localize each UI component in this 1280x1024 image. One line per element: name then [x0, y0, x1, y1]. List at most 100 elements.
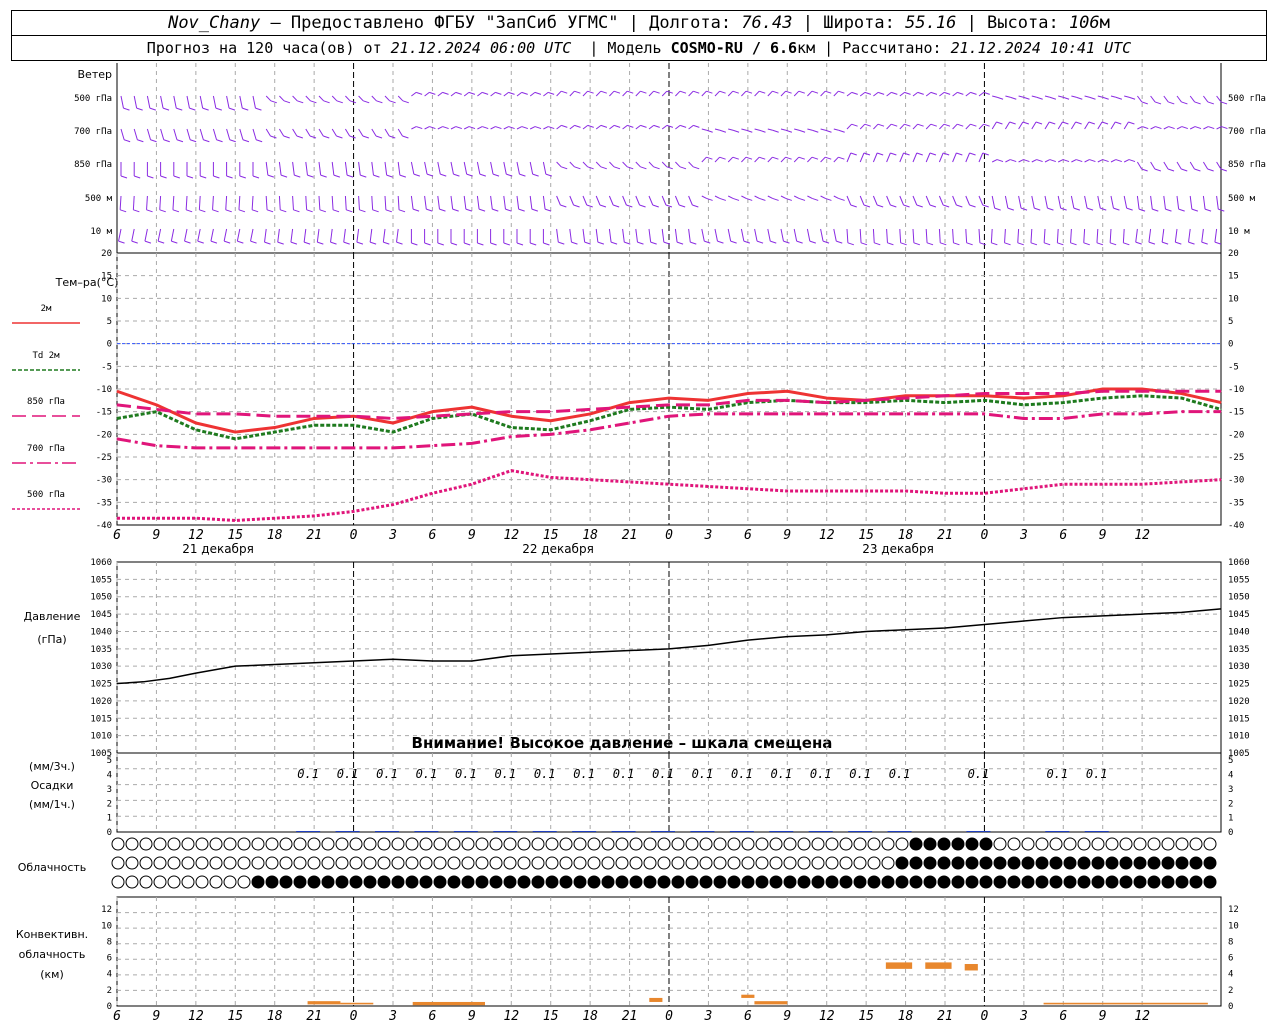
temp-point: [1102, 388, 1104, 390]
conv-ytick-left: 12: [101, 905, 112, 915]
pressure-unit: (гПа): [37, 633, 66, 646]
cloud-cover-circle: [741, 856, 755, 870]
wind-barb: [1137, 95, 1143, 103]
wind-barb: [772, 197, 779, 201]
wind-barb: [965, 228, 968, 243]
precip-unit-3h: (мм/3ч.): [29, 760, 75, 773]
temp-point: [313, 424, 315, 426]
precip-ytick-right: 3: [1228, 785, 1233, 795]
wind-barb: [990, 228, 993, 243]
wind-barb: [344, 161, 348, 176]
cloud-cover-circle: [769, 856, 783, 870]
wind-barb: [978, 195, 984, 206]
wind-barb: [389, 100, 396, 104]
pressure-point: [274, 663, 276, 665]
wind-barb: [424, 161, 428, 175]
temp-ytick-left: -25: [96, 453, 112, 463]
hour-label: 9: [783, 528, 791, 543]
wind-barb: [1023, 96, 1030, 100]
wind-barb: [384, 161, 388, 176]
wind-barb: [863, 204, 871, 208]
temp-point: [668, 406, 670, 408]
cloud-cover-circle: [1077, 875, 1091, 889]
precip-value-label: 0.1: [652, 767, 674, 781]
wind-barb: [732, 156, 739, 160]
cloud-cover-circle: [517, 856, 531, 870]
pressure-panel: 1060 1060 1055 1055 1050 1050 1045 1045 1040 1040…: [90, 558, 1249, 759]
wind-barb: [772, 156, 779, 160]
temp-point: [747, 399, 749, 401]
wind-barb: [886, 228, 888, 243]
wind-barb: [303, 228, 307, 243]
cloud-cover-circle: [1021, 875, 1035, 889]
wind-barb: [147, 175, 154, 179]
cloud-cover-circle: [489, 875, 503, 889]
temp-point: [195, 429, 197, 431]
cloud-cover-circle: [587, 875, 601, 889]
wind-barb: [807, 195, 813, 199]
wind-barb: [320, 174, 327, 178]
cloud-cover-circle: [181, 856, 195, 870]
wind-barb: [236, 228, 241, 242]
wind-barb: [556, 90, 562, 97]
wind-barb: [531, 208, 539, 212]
wind-barb: [996, 96, 1004, 100]
pressure-point: [1220, 608, 1222, 610]
wind-barb: [754, 195, 760, 199]
wind-barb: [1201, 228, 1204, 243]
conv-bar: [340, 1002, 374, 1005]
wind-barb: [1150, 161, 1156, 170]
wind-barb: [582, 124, 589, 130]
cloud-cover-circle: [111, 837, 125, 851]
wind-barb: [1009, 121, 1016, 125]
cloud-cover-circle: [377, 856, 391, 870]
wind-barb: [442, 126, 449, 130]
cloud-cover-circle: [993, 875, 1007, 889]
wind-barb: [468, 91, 476, 95]
temp-point: [983, 413, 985, 415]
pressure-ytick-right: 1055: [1228, 575, 1250, 585]
temp-point: [116, 517, 118, 519]
temp-ytick-left: 0: [107, 340, 112, 350]
hour-label: 3: [388, 528, 397, 543]
wind-barb: [358, 161, 361, 176]
wind-barb: [688, 195, 693, 206]
cloud-cover-circle: [769, 875, 783, 889]
wind-barb: [714, 195, 721, 199]
wind-barb: [873, 91, 879, 97]
wind-barb: [362, 135, 370, 139]
wind-barb: [1100, 207, 1107, 211]
temp-point: [668, 483, 670, 485]
conv-bar: [754, 1001, 788, 1005]
wind-barb: [1089, 159, 1096, 163]
wind-barb: [252, 128, 257, 140]
hour-label: 15: [543, 528, 559, 543]
pressure-point: [865, 630, 867, 632]
hour-label: 18: [582, 528, 598, 543]
temp-point: [1141, 388, 1143, 390]
temp-legend-label: 850 гПа: [27, 397, 65, 407]
wind-barb: [877, 123, 885, 127]
wind-barb: [450, 195, 454, 210]
temp-point: [629, 402, 631, 404]
hour-label: 0: [981, 528, 989, 543]
hour-label: 21: [622, 528, 638, 543]
wind-barb: [516, 242, 524, 246]
wind-barb: [1123, 242, 1130, 246]
precip-value-label: 0.1: [968, 767, 990, 781]
wind-barb: [796, 240, 803, 244]
temp-point: [313, 447, 315, 449]
temp-ytick-right: 5: [1228, 317, 1233, 327]
wind-barb: [759, 197, 766, 201]
wind-barb: [424, 242, 431, 246]
wind-barb: [807, 90, 813, 97]
wind-barb: [571, 241, 578, 245]
wind-barb: [358, 195, 360, 210]
temp-ytick-left: 15: [101, 272, 112, 282]
wind-barb: [785, 197, 792, 201]
cloud-cover-circle: [1007, 875, 1021, 889]
temp-point: [668, 415, 670, 417]
wind-barb: [693, 124, 700, 128]
precip-title: Осадки: [31, 779, 74, 792]
wind-barb: [1208, 126, 1215, 130]
